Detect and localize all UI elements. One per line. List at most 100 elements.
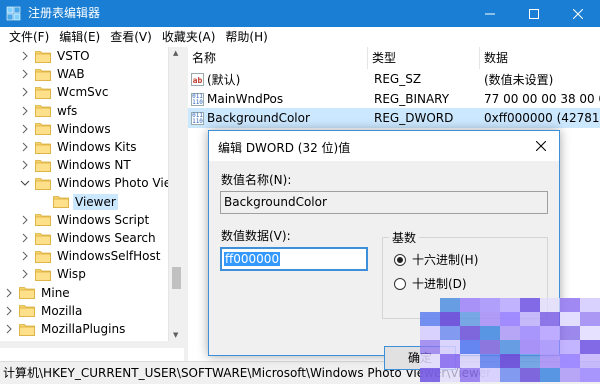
tree-item-label: Viewer (73, 193, 118, 210)
tree-item[interactable]: Mine (4, 284, 72, 302)
mosaic-tile (500, 354, 520, 368)
maximize-button[interactable] (512, 0, 556, 27)
radio-hexadecimal[interactable]: 十六进制(H) (394, 251, 478, 268)
column-data[interactable]: 数据 (480, 47, 600, 69)
chevron-right-icon[interactable] (20, 251, 30, 261)
tree-item[interactable]: Windows Script (20, 211, 151, 229)
close-icon (536, 141, 546, 151)
chevron-right-icon[interactable] (20, 124, 30, 134)
value-name-label: 数值名称(N): (221, 173, 292, 187)
list-row-mainwndpos[interactable]: 011 110 MainWndPos REG_BINARY 77 00 00 00 … (188, 89, 600, 109)
mosaic-tile (520, 298, 540, 312)
column-name[interactable]: 名称 (188, 47, 368, 69)
tree-item[interactable]: Viewer (38, 193, 118, 211)
spacer-icon[interactable] (38, 197, 48, 207)
chevron-right-icon[interactable] (4, 288, 14, 298)
tree-item[interactable]: Mozilla (4, 302, 84, 320)
string-value-icon: ab (191, 72, 204, 86)
chevron-right-icon[interactable] (20, 87, 30, 97)
scroll-up-icon[interactable]: ▲ (173, 49, 178, 57)
close-button[interactable] (556, 0, 600, 27)
folder-icon (35, 214, 51, 227)
value-data-input[interactable]: ff000000 (220, 247, 368, 271)
value-name: BackgroundColor (207, 111, 310, 125)
chevron-right-icon[interactable] (20, 160, 30, 170)
chevron-right-icon[interactable] (20, 106, 30, 116)
mosaic-tile (420, 368, 440, 382)
registry-tree[interactable]: VSTO WAB WcmSvc wfs Windows Windows Kits Windo… (0, 47, 168, 342)
chevron-right-icon[interactable] (20, 269, 30, 279)
chevron-right-icon[interactable] (20, 215, 30, 225)
mosaic-tile (580, 326, 600, 340)
radio-unselected-icon (394, 277, 406, 290)
mosaic-tile (580, 340, 600, 354)
tree-item-label: VSTO (57, 49, 90, 63)
chevron-right-icon[interactable] (4, 324, 14, 334)
mosaic-tile (500, 368, 520, 382)
chevron-right-icon[interactable] (20, 233, 30, 243)
mosaic-tile (420, 354, 440, 368)
tree-item[interactable]: WcmSvc (20, 83, 110, 101)
tree-item[interactable]: Windows (20, 120, 113, 138)
tree-item-label: Mozilla (41, 303, 83, 318)
mosaic-tile (540, 312, 560, 326)
tree-horizontal-scrollbar[interactable] (0, 341, 184, 348)
value-name: MainWndPos (207, 92, 284, 106)
tree-item[interactable]: WindowsSelfHost (20, 247, 162, 265)
scrollbar-thumb[interactable] (172, 267, 181, 289)
menu-edit[interactable]: 编辑(E) (54, 27, 105, 47)
chevron-down-icon[interactable] (20, 178, 30, 188)
mosaic-tile (440, 368, 460, 382)
value-data-label: 数值数据(V): (221, 229, 291, 243)
folder-icon (35, 86, 51, 99)
radio-decimal[interactable]: 十进制(D) (394, 275, 467, 292)
tree-item[interactable]: Windows Photo Viewer (20, 174, 168, 192)
chevron-right-icon[interactable] (20, 51, 30, 61)
tree-item[interactable]: Windows NT (20, 156, 133, 174)
list-row-backgroundcolor[interactable]: 011 110 BackgroundColor REG_DWORD 0xff0000… (188, 108, 600, 128)
mosaic-tile (520, 354, 540, 368)
mosaic-tile (560, 368, 580, 382)
chevron-right-icon[interactable] (4, 306, 14, 316)
tree-item[interactable]: Windows Kits (20, 138, 139, 156)
tree-item[interactable]: wfs (20, 102, 79, 120)
chevron-right-icon[interactable] (20, 69, 30, 79)
folder-icon (35, 50, 51, 63)
mosaic-tile (480, 354, 500, 368)
dialog-title: 编辑 DWORD (32 位)值 (218, 141, 351, 155)
minimize-button[interactable] (468, 0, 512, 27)
column-type[interactable]: 类型 (368, 47, 480, 69)
menu-help[interactable]: 帮助(H) (220, 27, 272, 47)
mosaic-tile (580, 354, 600, 368)
tree-item[interactable]: MozillaPlugins (4, 320, 127, 338)
menu-file[interactable]: 文件(F) (4, 27, 54, 47)
menu-view[interactable]: 查看(V) (105, 27, 157, 47)
hex-label: 十六进制(H) (412, 253, 479, 267)
value-data-text: ff000000 (224, 252, 281, 266)
menu-favorites[interactable]: 收藏夹(A) (157, 27, 221, 47)
tree-item-label: wfs (57, 103, 78, 118)
tree-item[interactable]: Wisp (20, 265, 88, 283)
registry-editor-icon (6, 6, 21, 21)
value-type: REG_DWORD (374, 111, 454, 125)
tree-scrollbar[interactable]: ▲ ▼ (168, 47, 184, 342)
dialog-close-button[interactable] (529, 135, 553, 157)
mosaic-tile (440, 298, 460, 312)
mosaic-tile (460, 340, 480, 354)
tree-item-label: Wisp (57, 267, 86, 282)
scroll-down-icon[interactable]: ▼ (173, 331, 178, 339)
list-row-default[interactable]: ab (默认) REG_SZ (数值未设置) (188, 69, 600, 89)
tree-item-label: Windows Photo Viewer (57, 176, 168, 191)
value-name: (默认) (207, 72, 241, 87)
mosaic-tile (560, 298, 580, 312)
tree-item[interactable]: Windows Search (20, 229, 158, 247)
chevron-right-icon[interactable] (20, 142, 30, 152)
value-type: REG_BINARY (374, 92, 450, 106)
tree-item[interactable]: VSTO (20, 47, 92, 65)
tree-item-label: Windows NT (57, 158, 131, 173)
folder-icon (53, 196, 69, 208)
mosaic-tile (500, 298, 520, 312)
mosaic-tile (520, 326, 540, 340)
mosaic-tile (580, 312, 600, 326)
tree-item[interactable]: WAB (20, 65, 87, 83)
